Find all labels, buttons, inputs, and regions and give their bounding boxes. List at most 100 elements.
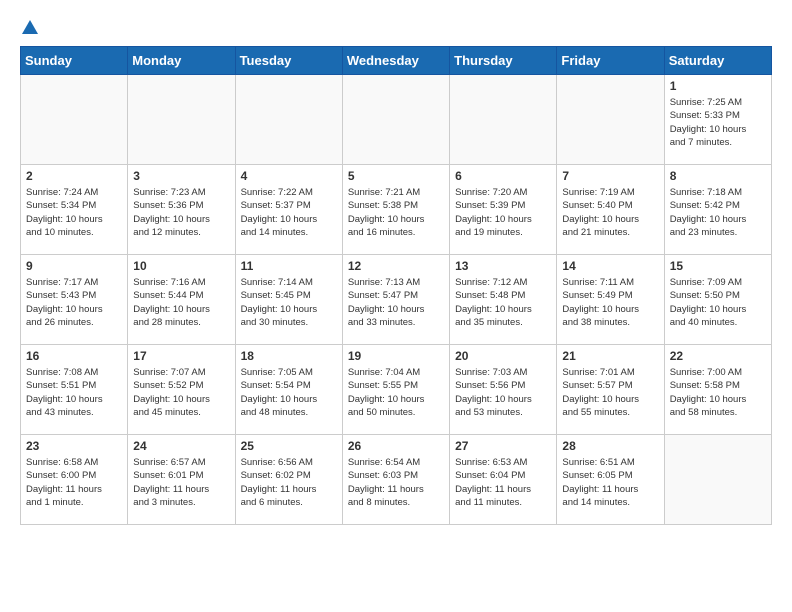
calendar-week-4: 23Sunrise: 6:58 AM Sunset: 6:00 PM Dayli… [21, 435, 772, 525]
day-info: Sunrise: 7:21 AM Sunset: 5:38 PM Dayligh… [348, 186, 444, 239]
day-number: 23 [26, 439, 122, 453]
weekday-header-row: SundayMondayTuesdayWednesdayThursdayFrid… [21, 47, 772, 75]
calendar-table: SundayMondayTuesdayWednesdayThursdayFrid… [20, 46, 772, 525]
day-info: Sunrise: 7:23 AM Sunset: 5:36 PM Dayligh… [133, 186, 229, 239]
calendar-day-22: 22Sunrise: 7:00 AM Sunset: 5:58 PM Dayli… [664, 345, 771, 435]
day-number: 1 [670, 79, 766, 93]
calendar-day-empty [21, 75, 128, 165]
day-number: 2 [26, 169, 122, 183]
day-info: Sunrise: 7:03 AM Sunset: 5:56 PM Dayligh… [455, 366, 551, 419]
day-info: Sunrise: 7:19 AM Sunset: 5:40 PM Dayligh… [562, 186, 658, 239]
day-info: Sunrise: 6:54 AM Sunset: 6:03 PM Dayligh… [348, 456, 444, 509]
day-number: 17 [133, 349, 229, 363]
day-number: 24 [133, 439, 229, 453]
calendar-day-6: 6Sunrise: 7:20 AM Sunset: 5:39 PM Daylig… [450, 165, 557, 255]
day-number: 27 [455, 439, 551, 453]
day-info: Sunrise: 7:20 AM Sunset: 5:39 PM Dayligh… [455, 186, 551, 239]
day-info: Sunrise: 7:09 AM Sunset: 5:50 PM Dayligh… [670, 276, 766, 329]
calendar-day-8: 8 Sunrise: 7:18 AM Sunset: 5:42 PM Daylig… [664, 165, 771, 255]
calendar-day-7: 7 Sunrise: 7:19 AM Sunset: 5:40 PM Daylig… [557, 165, 664, 255]
calendar-day-26: 26 Sunrise: 6:54 AM Sunset: 6:03 PM Dayli… [342, 435, 449, 525]
calendar-day-10: 10 Sunrise: 7:16 AM Sunset: 5:44 PM Dayli… [128, 255, 235, 345]
day-info: Sunrise: 7:24 AM Sunset: 5:34 PM Dayligh… [26, 186, 122, 239]
day-number: 4 [241, 169, 337, 183]
day-info: Sunrise: 7:12 AM Sunset: 5:48 PM Dayligh… [455, 276, 551, 329]
calendar-day-25: 25Sunrise: 6:56 AM Sunset: 6:02 PM Dayli… [235, 435, 342, 525]
logo-triangle-icon [22, 20, 38, 34]
day-number: 9 [26, 259, 122, 273]
calendar-day-empty [664, 435, 771, 525]
day-number: 12 [348, 259, 444, 273]
calendar-day-28: 28Sunrise: 6:51 AM Sunset: 6:05 PM Dayli… [557, 435, 664, 525]
calendar-week-2: 9 Sunrise: 7:17 AM Sunset: 5:43 PM Daylig… [21, 255, 772, 345]
day-info: Sunrise: 7:13 AM Sunset: 5:47 PM Dayligh… [348, 276, 444, 329]
day-info: Sunrise: 7:04 AM Sunset: 5:55 PM Dayligh… [348, 366, 444, 419]
calendar-day-15: 15 Sunrise: 7:09 AM Sunset: 5:50 PM Dayli… [664, 255, 771, 345]
weekday-header-monday: Monday [128, 47, 235, 75]
day-number: 15 [670, 259, 766, 273]
calendar-week-1: 2 Sunrise: 7:24 AM Sunset: 5:34 PM Daylig… [21, 165, 772, 255]
calendar-day-23: 23Sunrise: 6:58 AM Sunset: 6:00 PM Dayli… [21, 435, 128, 525]
logo [20, 20, 38, 36]
day-info: Sunrise: 6:57 AM Sunset: 6:01 PM Dayligh… [133, 456, 229, 509]
day-number: 16 [26, 349, 122, 363]
calendar-week-0: 1 Sunrise: 7:25 AM Sunset: 5:33 PM Daylig… [21, 75, 772, 165]
calendar-day-20: 20 Sunrise: 7:03 AM Sunset: 5:56 PM Dayli… [450, 345, 557, 435]
day-info: Sunrise: 7:07 AM Sunset: 5:52 PM Dayligh… [133, 366, 229, 419]
calendar-day-empty [342, 75, 449, 165]
calendar-day-empty [557, 75, 664, 165]
calendar-day-11: 11 Sunrise: 7:14 AM Sunset: 5:45 PM Dayli… [235, 255, 342, 345]
day-number: 21 [562, 349, 658, 363]
day-info: Sunrise: 7:01 AM Sunset: 5:57 PM Dayligh… [562, 366, 658, 419]
day-number: 18 [241, 349, 337, 363]
day-info: Sunrise: 7:11 AM Sunset: 5:49 PM Dayligh… [562, 276, 658, 329]
calendar-day-empty [450, 75, 557, 165]
calendar-day-24: 24 Sunrise: 6:57 AM Sunset: 6:01 PM Dayli… [128, 435, 235, 525]
day-number: 26 [348, 439, 444, 453]
calendar-day-3: 3 Sunrise: 7:23 AM Sunset: 5:36 PM Daylig… [128, 165, 235, 255]
day-number: 8 [670, 169, 766, 183]
day-info: Sunrise: 7:25 AM Sunset: 5:33 PM Dayligh… [670, 96, 766, 149]
day-info: Sunrise: 7:00 AM Sunset: 5:58 PM Dayligh… [670, 366, 766, 419]
calendar-day-4: 4 Sunrise: 7:22 AM Sunset: 5:37 PM Daylig… [235, 165, 342, 255]
day-info: Sunrise: 7:18 AM Sunset: 5:42 PM Dayligh… [670, 186, 766, 239]
day-info: Sunrise: 6:53 AM Sunset: 6:04 PM Dayligh… [455, 456, 551, 509]
day-info: Sunrise: 6:56 AM Sunset: 6:02 PM Dayligh… [241, 456, 337, 509]
calendar-day-16: 16 Sunrise: 7:08 AM Sunset: 5:51 PM Dayli… [21, 345, 128, 435]
day-number: 10 [133, 259, 229, 273]
calendar-day-12: 12 Sunrise: 7:13 AM Sunset: 5:47 PM Dayli… [342, 255, 449, 345]
day-info: Sunrise: 7:16 AM Sunset: 5:44 PM Dayligh… [133, 276, 229, 329]
weekday-header-tuesday: Tuesday [235, 47, 342, 75]
calendar-day-1: 1 Sunrise: 7:25 AM Sunset: 5:33 PM Daylig… [664, 75, 771, 165]
day-info: Sunrise: 7:17 AM Sunset: 5:43 PM Dayligh… [26, 276, 122, 329]
weekday-header-friday: Friday [557, 47, 664, 75]
day-number: 3 [133, 169, 229, 183]
calendar-day-27: 27 Sunrise: 6:53 AM Sunset: 6:04 PM Dayli… [450, 435, 557, 525]
calendar-day-2: 2 Sunrise: 7:24 AM Sunset: 5:34 PM Daylig… [21, 165, 128, 255]
calendar-day-9: 9 Sunrise: 7:17 AM Sunset: 5:43 PM Daylig… [21, 255, 128, 345]
calendar-day-14: 14 Sunrise: 7:11 AM Sunset: 5:49 PM Dayli… [557, 255, 664, 345]
day-info: Sunrise: 7:22 AM Sunset: 5:37 PM Dayligh… [241, 186, 337, 239]
calendar-day-18: 18 Sunrise: 7:05 AM Sunset: 5:54 PM Dayli… [235, 345, 342, 435]
calendar-day-13: 13Sunrise: 7:12 AM Sunset: 5:48 PM Dayli… [450, 255, 557, 345]
calendar-day-empty [128, 75, 235, 165]
day-info: Sunrise: 7:14 AM Sunset: 5:45 PM Dayligh… [241, 276, 337, 329]
weekday-header-thursday: Thursday [450, 47, 557, 75]
day-number: 5 [348, 169, 444, 183]
calendar-day-19: 19Sunrise: 7:04 AM Sunset: 5:55 PM Dayli… [342, 345, 449, 435]
day-info: Sunrise: 6:51 AM Sunset: 6:05 PM Dayligh… [562, 456, 658, 509]
weekday-header-wednesday: Wednesday [342, 47, 449, 75]
day-number: 14 [562, 259, 658, 273]
weekday-header-saturday: Saturday [664, 47, 771, 75]
calendar-week-3: 16 Sunrise: 7:08 AM Sunset: 5:51 PM Dayli… [21, 345, 772, 435]
day-number: 11 [241, 259, 337, 273]
calendar-day-17: 17 Sunrise: 7:07 AM Sunset: 5:52 PM Dayli… [128, 345, 235, 435]
day-info: Sunrise: 7:05 AM Sunset: 5:54 PM Dayligh… [241, 366, 337, 419]
day-info: Sunrise: 7:08 AM Sunset: 5:51 PM Dayligh… [26, 366, 122, 419]
page-header [20, 20, 772, 36]
day-number: 7 [562, 169, 658, 183]
calendar-day-21: 21 Sunrise: 7:01 AM Sunset: 5:57 PM Dayli… [557, 345, 664, 435]
weekday-header-sunday: Sunday [21, 47, 128, 75]
calendar-day-empty [235, 75, 342, 165]
day-number: 20 [455, 349, 551, 363]
